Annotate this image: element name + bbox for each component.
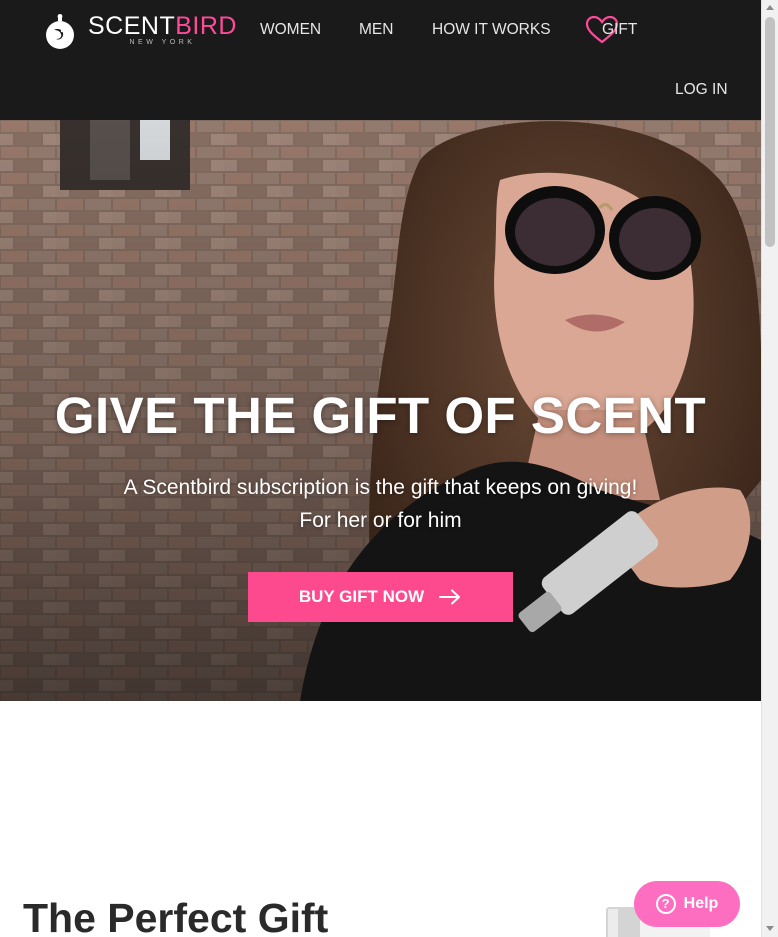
logo-wordmark: SCENTBIRD NEW YORK (88, 12, 237, 46)
scentbird-bird-icon (46, 14, 74, 49)
hero-banner: GIVE THE GIFT OF SCENT A Scentbird subsc… (0, 120, 761, 701)
vertical-scrollbar[interactable] (761, 0, 778, 937)
help-label: Help (683, 895, 719, 912)
nav-how-it-works[interactable]: HOW IT WORKS (432, 20, 551, 40)
scentbird-logo[interactable]: SCENTBIRD NEW YORK (44, 10, 237, 50)
scrollbar-thumb[interactable] (765, 17, 775, 247)
buy-gift-now-label: BUY GIFT NOW (298, 587, 425, 606)
logo-tagline: NEW YORK (129, 39, 196, 46)
nav-men[interactable]: MEN (359, 20, 393, 40)
help-button[interactable]: ? Help (634, 881, 740, 927)
section-title: The Perfect Gift (23, 895, 329, 937)
site-header: SCENTBIRD NEW YORK WOMEN MEN HOW IT WORK… (0, 0, 761, 120)
scroll-down-arrow-icon[interactable] (766, 926, 774, 931)
buy-gift-now-button[interactable]: BUY GIFT NOW (248, 572, 513, 622)
hero-subtitle-line1: A Scentbird subscription is the gift tha… (123, 476, 638, 499)
page: SCENTBIRD NEW YORK WOMEN MEN HOW IT WORK… (0, 0, 761, 937)
nav-login[interactable]: LOG IN (675, 80, 728, 100)
hero-title: GIVE THE GIFT OF SCENT (54, 387, 707, 444)
hero-subtitle-line2: For her or for him (299, 509, 462, 532)
question-circle-icon: ? (655, 894, 676, 914)
nav-gift-label: GIFT (602, 21, 638, 38)
nav-women[interactable]: WOMEN (260, 20, 321, 40)
logo-word-scent: SCENT (88, 12, 176, 40)
nav-gift[interactable]: GIFT (585, 15, 638, 44)
arrow-right-icon (439, 589, 461, 605)
logo-word-bird: BIRD (175, 12, 237, 40)
scroll-up-arrow-icon[interactable] (766, 5, 774, 10)
